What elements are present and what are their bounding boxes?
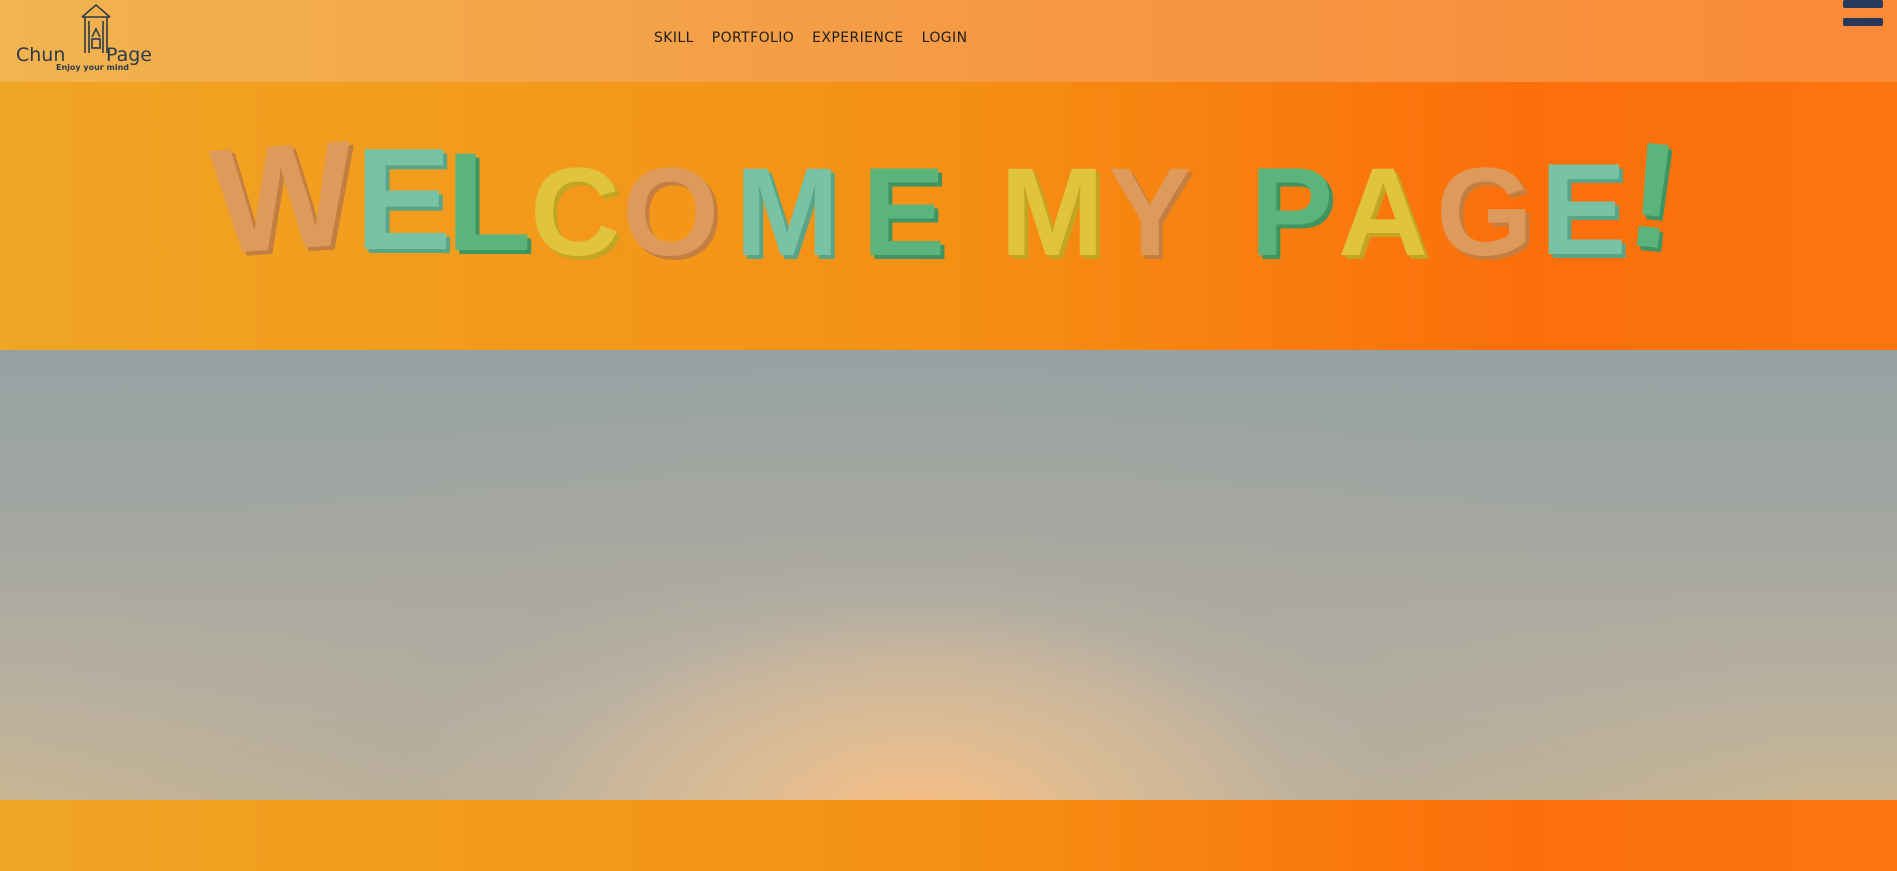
welcome-letter-a: A <box>1338 143 1429 282</box>
welcome-letter-o: O <box>622 143 720 282</box>
main-nav: SKILL PORTFOLIO EXPERIENCE LOGIN <box>654 30 967 46</box>
welcome-heading: W E L C O M E M Y P A G E ! <box>0 82 1897 350</box>
welcome-letter-w: W <box>206 108 360 286</box>
welcome-letter-p: P <box>1250 143 1334 282</box>
site-logo[interactable]: Chun Page Enjoy your mind <box>14 3 154 75</box>
welcome-letter-y: Y <box>1108 143 1192 282</box>
welcome-letter-l: L <box>446 123 532 280</box>
nav-experience[interactable]: EXPERIENCE <box>812 30 904 46</box>
welcome-letter-c: C <box>530 143 621 282</box>
hamburger-icon[interactable] <box>1843 0 1885 30</box>
hamburger-bar-top <box>1843 0 1883 8</box>
nav-portfolio[interactable]: PORTFOLIO <box>712 30 794 46</box>
welcome-letter-m2: M <box>1000 143 1105 282</box>
footer-band <box>0 800 1897 871</box>
welcome-letter-e3: E <box>1540 136 1627 282</box>
logo-tagline: Enjoy your mind <box>56 63 130 72</box>
hero-sunset-image <box>0 350 1897 800</box>
hamburger-bar-bottom <box>1843 18 1883 26</box>
welcome-banner: W E L C O M E M Y P A G E ! <box>0 82 1897 350</box>
welcome-letter-m: M <box>735 143 840 282</box>
top-bar: Chun Page Enjoy your mind SKILL PORTFOLI… <box>0 0 1897 82</box>
nav-login[interactable]: LOGIN <box>922 30 968 46</box>
welcome-exclamation: ! <box>1619 108 1687 282</box>
nav-skill[interactable]: SKILL <box>654 30 694 46</box>
welcome-letter-g: G <box>1436 143 1534 282</box>
welcome-letter-e2: E <box>862 143 946 282</box>
welcome-letter-e: E <box>355 118 452 280</box>
